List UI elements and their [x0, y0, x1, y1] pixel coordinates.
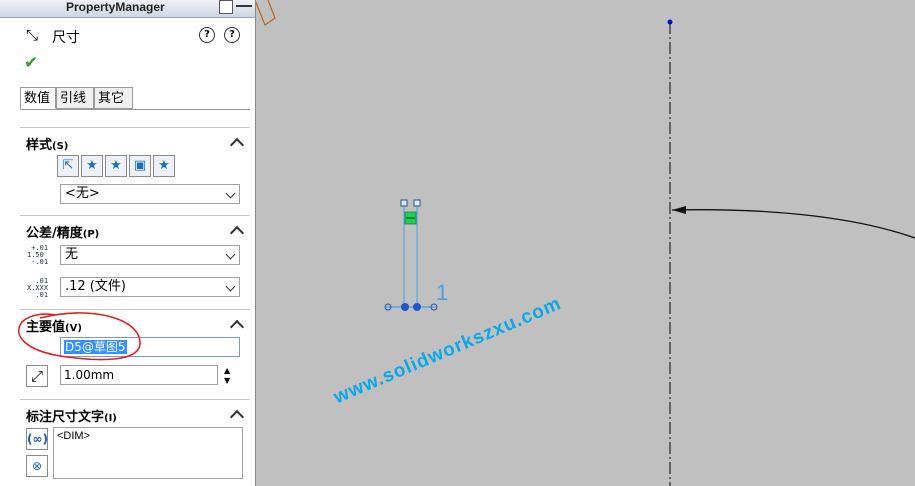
tab-value[interactable]: 数值: [20, 87, 56, 109]
panel-header-title: PropertyManager: [66, 0, 165, 14]
tolerance-type-icon: +.01 1.50 -.01: [27, 244, 49, 266]
save-style-icon[interactable]: ▣: [129, 155, 151, 177]
style-select-value: <无>: [65, 186, 100, 201]
dimension-handle[interactable]: [400, 199, 408, 207]
panel-layout-icon[interactable]: [219, 0, 233, 14]
dimension-text-area[interactable]: <DIM>: [53, 427, 243, 479]
dimension-text-group-title[interactable]: 标注尺寸文字(I): [26, 406, 117, 425]
collapse-chevron-icon[interactable]: [229, 225, 245, 241]
tolerance-type-select[interactable]: 无: [60, 245, 240, 265]
tolerance-group-title[interactable]: 公差/精度(P): [26, 222, 99, 241]
tab-divider: [20, 109, 250, 110]
help-icon[interactable]: ?: [224, 27, 240, 43]
dimension-text-value: <DIM>: [57, 430, 91, 442]
property-manager-panel: PropertyManager ⤡ 尺寸 ? ? ✔ 数值 引线 其它 样式(S…: [0, 0, 256, 486]
spin-up-icon[interactable]: ▲: [224, 367, 234, 375]
dimension-name-value: D5@草图5: [64, 340, 127, 354]
chevron-down-icon: [225, 249, 236, 260]
collapse-chevron-icon[interactable]: [229, 137, 245, 153]
tolerance-type-value: 无: [65, 247, 79, 262]
dimension-value-label[interactable]: 1: [436, 280, 448, 306]
chevron-down-icon: [225, 281, 236, 292]
style-select[interactable]: <无>: [60, 184, 240, 204]
centerline-endpoint[interactable]: [667, 19, 673, 25]
reverse-direction-icon[interactable]: ⤢: [26, 365, 48, 387]
tab-other[interactable]: 其它: [94, 87, 133, 109]
sketch-curve[interactable]: [671, 209, 915, 239]
ok-check-icon[interactable]: ✔: [24, 53, 38, 73]
parentheses-icon[interactable]: (∞): [26, 428, 48, 450]
precision-select[interactable]: .12 (文件): [60, 277, 240, 297]
arrow-head: [672, 206, 686, 214]
dimension-value: 1.00mm: [64, 368, 115, 382]
add-style-icon[interactable]: ★: [81, 155, 103, 177]
whats-wrong-help-icon[interactable]: ?: [199, 27, 215, 43]
style-group-title[interactable]: 样式(S): [26, 134, 68, 153]
dimension-feature-icon: ⤡: [26, 26, 39, 44]
tab-leaders[interactable]: 引线: [56, 87, 94, 109]
pin-icon[interactable]: [236, 5, 252, 7]
panel-header: PropertyManager: [0, 0, 255, 18]
precision-icon: .01 X.XXX .01: [27, 277, 49, 299]
collapse-chevron-icon[interactable]: [229, 409, 245, 425]
apply-default-style-icon[interactable]: ⇱: [57, 155, 79, 177]
center-dimension-icon[interactable]: ⊗: [26, 455, 48, 477]
primary-value-group-title[interactable]: 主要值(V): [26, 316, 82, 335]
precision-value: .12 (文件): [65, 279, 126, 294]
load-style-icon[interactable]: ★: [153, 155, 175, 177]
dimension-name-input[interactable]: D5@草图5: [60, 337, 240, 357]
dimension-value-input[interactable]: 1.00mm: [60, 365, 218, 385]
sketch-point[interactable]: [413, 303, 421, 311]
spin-down-icon[interactable]: ▼: [224, 377, 234, 385]
sketch-point[interactable]: [401, 303, 409, 311]
dimension-handle[interactable]: [413, 199, 421, 207]
frame-edge: [254, 0, 276, 26]
delete-style-icon[interactable]: ★: [105, 155, 127, 177]
feature-title: 尺寸: [52, 30, 80, 46]
collapse-chevron-icon[interactable]: [229, 319, 245, 335]
chevron-down-icon: [225, 188, 236, 199]
